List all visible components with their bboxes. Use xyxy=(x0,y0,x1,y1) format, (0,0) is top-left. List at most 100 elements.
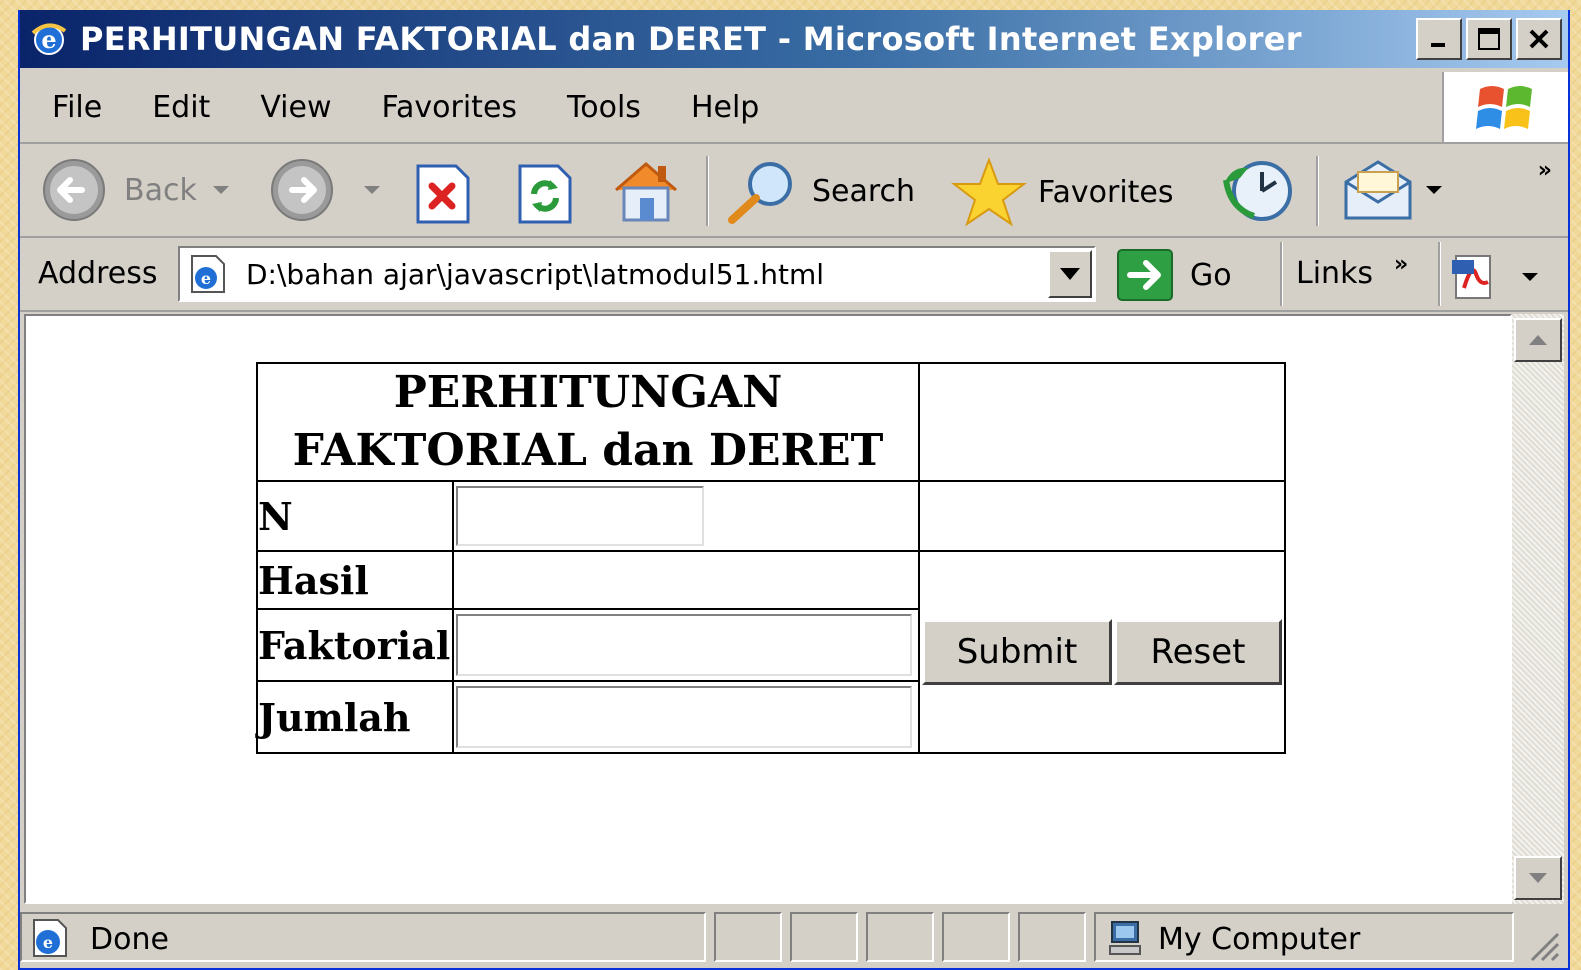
n-label: N xyxy=(256,480,454,552)
toolbar-separator xyxy=(706,156,709,226)
maximize-button[interactable] xyxy=(1466,18,1512,60)
empty-cell xyxy=(452,550,920,610)
back-label: Back xyxy=(124,172,197,208)
hasil-label: Hasil xyxy=(256,550,454,610)
maximize-icon xyxy=(1478,28,1500,50)
n-input[interactable] xyxy=(456,486,704,546)
history-button[interactable] xyxy=(1218,158,1298,224)
page-icon: e xyxy=(186,252,230,300)
address-value: D:\bahan ajar\javascript\latmodul51.html xyxy=(246,258,825,291)
stop-button[interactable] xyxy=(412,162,474,226)
scroll-down-button[interactable] xyxy=(1514,856,1562,900)
favorites-button[interactable]: Favorites xyxy=(950,156,1174,228)
scroll-up-button[interactable] xyxy=(1514,318,1562,362)
minimize-icon xyxy=(1431,43,1445,47)
search-label: Search xyxy=(812,173,916,209)
forward-button[interactable] xyxy=(266,156,384,224)
favorites-label: Favorites xyxy=(1038,174,1174,210)
n-input-cell xyxy=(452,480,920,552)
ie-page-icon: e xyxy=(26,916,74,964)
buttons-cell: Submit Reset xyxy=(918,550,1286,754)
refresh-button[interactable] xyxy=(514,162,576,226)
pdf-icon xyxy=(1452,255,1491,299)
minimize-button[interactable] xyxy=(1416,18,1462,60)
title-bar[interactable]: e PERHITUNGAN FAKTORIAL dan DERET - Micr… xyxy=(20,10,1568,68)
empty-cell xyxy=(918,362,1286,482)
faktorial-input[interactable] xyxy=(456,614,912,676)
svg-text:e: e xyxy=(43,933,53,952)
home-button[interactable] xyxy=(608,156,684,226)
menu-tools[interactable]: Tools xyxy=(567,90,641,125)
status-bar: e Done My Computer xyxy=(20,908,1568,968)
menu-file[interactable]: File xyxy=(52,90,102,125)
address-label: Address xyxy=(38,256,158,291)
status-cell xyxy=(790,912,858,962)
mail-button[interactable] xyxy=(1342,158,1446,222)
address-dropdown-button[interactable] xyxy=(1048,250,1092,298)
pdf-button[interactable] xyxy=(1448,252,1542,302)
svg-text:e: e xyxy=(201,269,211,288)
go-arrow-icon xyxy=(1117,249,1173,301)
menu-help[interactable]: Help xyxy=(691,90,759,125)
jumlah-input-cell xyxy=(452,680,920,754)
links-overflow-icon[interactable]: » xyxy=(1394,252,1408,277)
page-content: PERHITUNGAN FAKTORIAL dan DERET N Hasil … xyxy=(24,314,1512,904)
chevron-down-icon xyxy=(1522,273,1538,281)
go-label: Go xyxy=(1190,257,1232,293)
toolbar-separator xyxy=(1316,156,1319,226)
chevron-down-icon xyxy=(1529,873,1547,883)
form-title-line1: PERHITUNGAN xyxy=(393,367,783,418)
refresh-icon xyxy=(518,164,572,224)
status-cell xyxy=(714,912,782,962)
address-bar: Address e D:\bahan ajar\javascript\latmo… xyxy=(20,238,1568,312)
chevron-down-icon xyxy=(364,186,380,194)
status-cell xyxy=(866,912,934,962)
ie-icon: e xyxy=(26,16,72,62)
status-cell xyxy=(1018,912,1086,962)
jumlah-input[interactable] xyxy=(456,686,912,748)
zone-text: My Computer xyxy=(1158,922,1361,957)
chevron-down-icon xyxy=(1426,186,1442,194)
address-field[interactable]: e D:\bahan ajar\javascript\latmodul51.ht… xyxy=(178,246,1096,302)
chevron-up-icon xyxy=(1529,335,1547,345)
back-button[interactable]: Back xyxy=(38,156,233,224)
history-icon xyxy=(1223,161,1292,221)
toolbar-separator xyxy=(1280,242,1283,306)
form-header: PERHITUNGAN FAKTORIAL dan DERET xyxy=(256,362,920,482)
search-button[interactable]: Search xyxy=(722,156,915,226)
status-cell xyxy=(942,912,1010,962)
form-title-line2: FAKTORIAL dan DERET xyxy=(292,425,884,476)
vertical-scrollbar[interactable] xyxy=(1512,314,1564,904)
status-text: Done xyxy=(90,922,169,957)
menu-edit[interactable]: Edit xyxy=(152,90,210,125)
menu-favorites[interactable]: Favorites xyxy=(382,90,518,125)
home-icon xyxy=(615,162,677,222)
stop-icon xyxy=(416,164,470,224)
chevron-down-icon xyxy=(1060,268,1080,280)
menu-view[interactable]: View xyxy=(260,90,331,125)
star-icon xyxy=(951,157,1027,227)
menu-bar: File Edit View Favorites Tools Help xyxy=(20,72,1568,144)
mail-icon xyxy=(1344,160,1412,220)
toolbar-overflow-icon[interactable]: » xyxy=(1538,158,1552,183)
go-button[interactable]: Go xyxy=(1116,248,1232,302)
search-icon xyxy=(728,162,792,224)
forward-arrow-icon xyxy=(271,159,333,221)
resize-grip-icon[interactable] xyxy=(1526,928,1560,966)
chevron-down-icon xyxy=(212,186,229,194)
jumlah-label: Jumlah xyxy=(256,680,454,754)
toolbar-separator xyxy=(1438,242,1441,306)
submit-button[interactable]: Submit xyxy=(922,619,1112,685)
factorial-form-table: PERHITUNGAN FAKTORIAL dan DERET N Hasil … xyxy=(256,362,1286,754)
links-label[interactable]: Links xyxy=(1296,256,1373,291)
computer-icon xyxy=(1106,918,1146,962)
faktorial-label: Faktorial xyxy=(256,608,454,682)
close-button[interactable] xyxy=(1516,18,1562,60)
close-icon xyxy=(1529,29,1549,49)
reset-button[interactable]: Reset xyxy=(1114,619,1282,685)
standard-toolbar: Back Search Favorites » xyxy=(20,144,1568,238)
svg-text:e: e xyxy=(41,25,56,54)
window-title: PERHITUNGAN FAKTORIAL dan DERET - Micros… xyxy=(80,20,1302,58)
back-arrow-icon xyxy=(43,159,105,221)
windows-logo-icon xyxy=(1442,72,1568,142)
